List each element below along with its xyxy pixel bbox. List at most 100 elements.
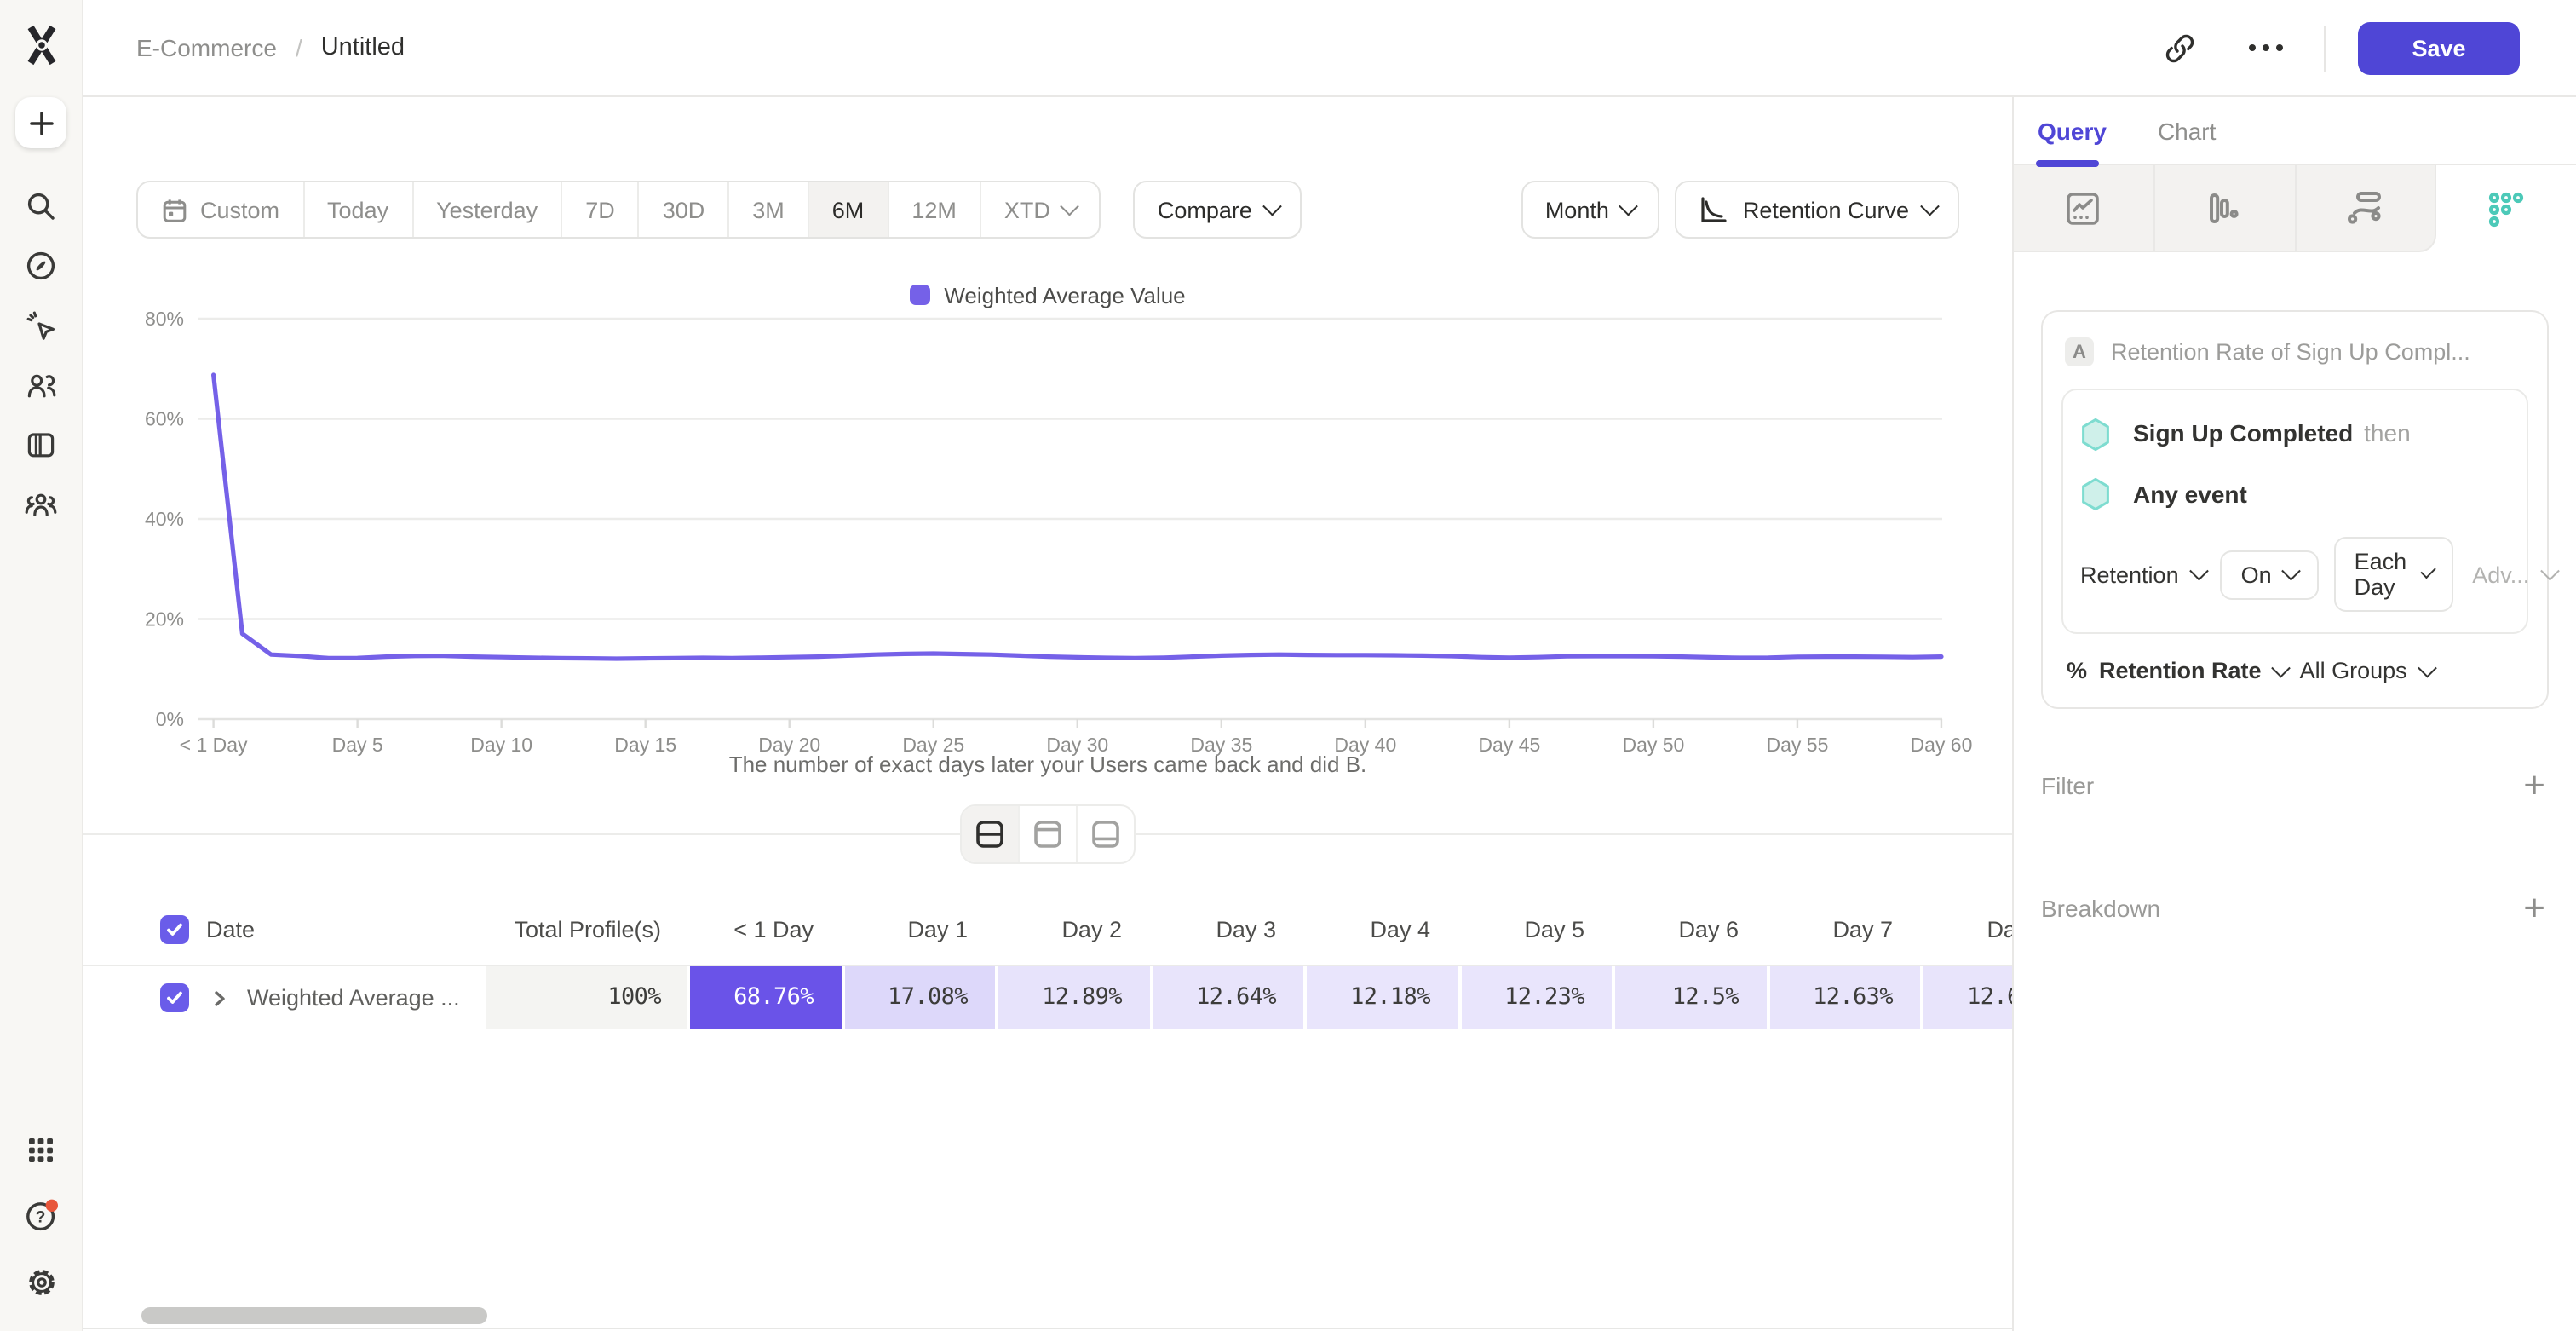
report-toolbar: CustomTodayYesterday7D30D3M6M12MXTD Comp… bbox=[136, 181, 1959, 239]
query-title[interactable]: Retention Rate of Sign Up Compl... bbox=[2111, 339, 2470, 365]
bottom-border bbox=[82, 1328, 2014, 1329]
report-type-flows[interactable] bbox=[2296, 165, 2437, 252]
on-dropdown[interactable]: On bbox=[2221, 550, 2319, 599]
retention-mode-dropdown[interactable]: Retention bbox=[2080, 562, 2205, 587]
range-3m[interactable]: 3M bbox=[727, 182, 808, 237]
then-label: then bbox=[2364, 419, 2411, 447]
view-toggle-split[interactable] bbox=[962, 806, 1018, 862]
chevron-down-icon bbox=[2283, 562, 2301, 579]
search-icon[interactable] bbox=[14, 179, 68, 233]
profiles-column-header[interactable]: Total Profile(s) bbox=[486, 917, 687, 942]
help-icon[interactable]: ? bbox=[14, 1188, 68, 1242]
retention-chart-svg: 0%20%40%60%80%< 1 DayDay 5Day 10Day 15Da… bbox=[82, 312, 2014, 758]
event-step-a[interactable]: Sign Up Completed then bbox=[2080, 409, 2510, 460]
expand-row-chevron-icon[interactable] bbox=[210, 988, 230, 1008]
chevron-down-icon bbox=[1263, 197, 1281, 215]
event-steps-box: Sign Up Completed then Any event Retenti… bbox=[2061, 389, 2528, 634]
x-tick-label: Day 60 bbox=[1911, 734, 1973, 756]
flows-icon bbox=[2345, 187, 2386, 228]
y-tick-label: 0% bbox=[156, 708, 184, 730]
x-tick-label: Day 10 bbox=[470, 734, 532, 756]
range-yesterday[interactable]: Yesterday bbox=[411, 182, 561, 237]
day-column-header[interactable]: Day 1 bbox=[841, 917, 995, 942]
add-breakdown-button[interactable]: + bbox=[2523, 890, 2545, 927]
day-column-header[interactable]: Day 7 bbox=[1766, 917, 1920, 942]
retention-value-cell: 68.76% bbox=[687, 966, 841, 1029]
date-column-header[interactable]: Date bbox=[206, 917, 255, 942]
filter-label: Filter bbox=[2041, 772, 2094, 799]
event-b-name: Any event bbox=[2133, 481, 2247, 508]
range-12m[interactable]: 12M bbox=[887, 182, 980, 237]
view-toggle-table-only[interactable] bbox=[1076, 806, 1134, 862]
board-icon[interactable] bbox=[14, 418, 68, 472]
chevron-down-icon bbox=[2540, 562, 2558, 579]
apps-grid-icon[interactable] bbox=[14, 1123, 68, 1178]
mixpanel-logo-icon[interactable] bbox=[18, 22, 64, 68]
select-all-checkbox[interactable] bbox=[160, 915, 189, 944]
y-tick-label: 40% bbox=[145, 508, 184, 530]
range-7d[interactable]: 7D bbox=[561, 182, 638, 237]
settings-gear-icon[interactable] bbox=[14, 1254, 68, 1309]
compass-icon[interactable] bbox=[14, 239, 68, 293]
event-step-b[interactable]: Any event bbox=[2080, 469, 2510, 520]
breadcrumb-project[interactable]: E-Commerce bbox=[136, 34, 277, 61]
horizontal-scrollbar[interactable] bbox=[141, 1307, 487, 1324]
day-column-header[interactable]: Day 3 bbox=[1149, 917, 1303, 942]
retention-line-series[interactable] bbox=[214, 375, 1941, 659]
create-new-button[interactable] bbox=[15, 97, 66, 148]
top-header: E-Commerce / Untitled Save bbox=[82, 0, 2576, 97]
advanced-dropdown[interactable]: Adv... bbox=[2472, 562, 2556, 587]
report-type-insights[interactable] bbox=[2014, 165, 2155, 252]
breadcrumb-separator: / bbox=[296, 34, 302, 61]
row-checkbox[interactable] bbox=[160, 983, 189, 1012]
metric-dropdown[interactable]: Retention Rate bbox=[2099, 658, 2288, 683]
day-column-header[interactable]: Day 2 bbox=[995, 917, 1149, 942]
row-label: Weighted Average ... bbox=[247, 985, 460, 1011]
retention-value-cell: 12.66% bbox=[1920, 966, 2014, 1029]
tab-chart[interactable]: Chart bbox=[2158, 117, 2216, 144]
day-column-header[interactable]: Day 4 bbox=[1303, 917, 1458, 942]
range-today[interactable]: Today bbox=[302, 182, 411, 237]
day-column-header[interactable]: Day 6 bbox=[1612, 917, 1766, 942]
save-button[interactable]: Save bbox=[2358, 21, 2520, 74]
chevron-down-icon bbox=[1061, 197, 1079, 215]
retention-table: Date Total Profile(s) < 1 DayDay 1Day 2D… bbox=[82, 895, 2014, 1029]
view-toggle-chart-only[interactable] bbox=[1018, 806, 1076, 862]
panel-tabs: Query Chart bbox=[2014, 97, 2576, 165]
report-type-funnels[interactable] bbox=[2155, 165, 2297, 252]
cursor-spark-icon[interactable] bbox=[14, 298, 68, 353]
copy-link-button[interactable] bbox=[2157, 25, 2203, 71]
each-day-dropdown[interactable]: Each Day bbox=[2334, 537, 2454, 612]
retention-value-cell: 12.5% bbox=[1612, 966, 1766, 1029]
chevron-down-icon bbox=[2189, 562, 2207, 579]
report-type-retention[interactable] bbox=[2437, 165, 2576, 252]
range-6m[interactable]: 6M bbox=[808, 182, 888, 237]
users-icon[interactable] bbox=[14, 358, 68, 412]
more-options-button[interactable] bbox=[2240, 36, 2291, 60]
range-30d[interactable]: 30D bbox=[638, 182, 728, 237]
range-xtd[interactable]: XTD bbox=[980, 182, 1100, 237]
breadcrumb-report-title[interactable]: Untitled bbox=[321, 34, 405, 61]
chevron-down-icon bbox=[2422, 563, 2436, 578]
y-tick-label: 60% bbox=[145, 408, 184, 430]
range-custom[interactable]: Custom bbox=[138, 182, 302, 237]
add-filter-button[interactable]: + bbox=[2523, 767, 2545, 804]
tab-query[interactable]: Query bbox=[2038, 117, 2107, 144]
day-column-header[interactable]: < 1 Day bbox=[687, 917, 841, 942]
layout-toggle-row bbox=[82, 804, 2014, 866]
groups-dropdown[interactable]: All Groups bbox=[2300, 658, 2434, 683]
query-card: A Retention Rate of Sign Up Compl... Sig… bbox=[2041, 310, 2549, 709]
event-hexagon-icon bbox=[2080, 477, 2111, 511]
compare-button[interactable]: Compare bbox=[1134, 181, 1302, 239]
x-tick-label: Day 50 bbox=[1622, 734, 1684, 756]
chart-type-dropdown[interactable]: Retention Curve bbox=[1675, 181, 1959, 239]
chart-legend[interactable]: Weighted Average Value bbox=[82, 281, 2014, 308]
query-panel: Query Chart bbox=[2012, 97, 2576, 1331]
day-column-header[interactable]: Day 8 bbox=[1920, 917, 2014, 942]
people-group-icon[interactable] bbox=[14, 477, 68, 532]
day-column-header[interactable]: Day 5 bbox=[1458, 917, 1612, 942]
left-sidebar: ? bbox=[0, 0, 83, 1331]
retention-value-cell: 17.08% bbox=[841, 966, 995, 1029]
granularity-dropdown[interactable]: Month bbox=[1521, 181, 1659, 239]
total-profiles-cell: 100% bbox=[486, 966, 687, 1029]
